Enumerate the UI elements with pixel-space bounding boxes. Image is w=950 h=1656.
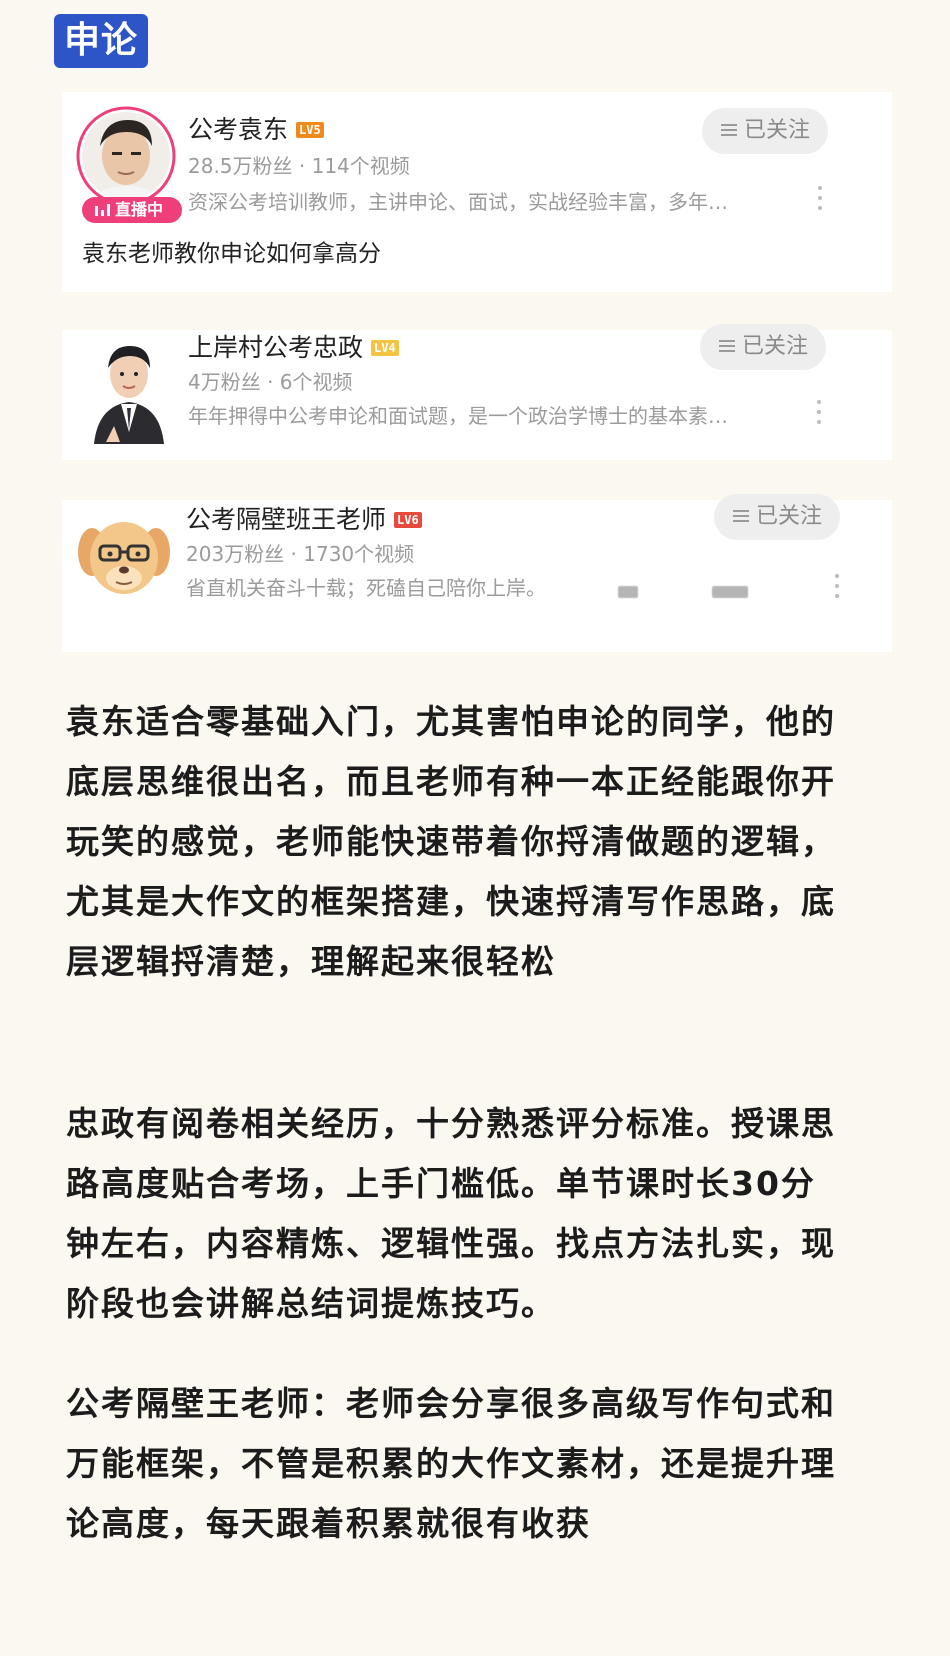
menu-lines-icon <box>718 340 735 352</box>
creator-description: 省直机关奋斗十载；死磕自己陪你上岸。 <box>186 576 546 600</box>
blurred-watermark-segment <box>712 586 748 598</box>
creator-description: 资深公考培训教师，主讲申论、面试，实战经验丰富，多年… <box>188 190 728 214</box>
creator-stats: 4万粉丝 · 6个视频 <box>188 370 353 394</box>
creator-name-text: 公考隔壁班王老师 <box>186 505 387 534</box>
followed-button[interactable]: 已关注 <box>702 108 828 154</box>
more-options-icon[interactable] <box>817 184 823 212</box>
menu-lines-icon <box>720 124 737 136</box>
page: 申论 直播中 公考袁东 LV5 28.5万粉丝 · 114个视频 资深公考培训教… <box>0 0 950 1656</box>
level-badge: LV4 <box>371 340 399 356</box>
avatar-image <box>94 346 164 444</box>
review-paragraph-yuandong: 袁东适合零基础入门，尤其害怕申论的同学，他的底层思维很出名，而且老师有种一本正经… <box>66 702 836 981</box>
follow-label: 已关注 <box>743 118 810 143</box>
avatar-live[interactable] <box>76 106 176 206</box>
avatar[interactable] <box>74 506 174 606</box>
creator-card-3[interactable]: 公考隔壁班王老师 LV6 203万粉丝 · 1730个视频 省直机关奋斗十载；死磕… <box>62 494 892 652</box>
creator-name-text: 公考袁东 <box>188 115 289 144</box>
blurred-watermark-segment <box>618 586 638 598</box>
live-badge: 直播中 <box>82 197 182 223</box>
review-paragraph-wang: 公考隔壁王老师：老师会分享很多高级写作句式和万能框架，不管是积累的大作文素材，还… <box>66 1384 836 1543</box>
creator-name-text: 上岸村公考忠政 <box>188 333 364 362</box>
avatar-image <box>78 522 170 594</box>
avatar-image <box>76 106 176 206</box>
follow-label: 已关注 <box>755 504 822 529</box>
level-badge: LV6 <box>394 512 422 528</box>
creator-stats: 203万粉丝 · 1730个视频 <box>186 542 415 566</box>
avatar[interactable] <box>84 334 174 444</box>
live-bars-icon <box>95 204 110 216</box>
creator-card-2[interactable]: 上岸村公考忠政 LV4 4万粉丝 · 6个视频 年年押得中公考申论和面试题，是一个… <box>62 324 892 460</box>
more-options-icon[interactable] <box>816 398 822 426</box>
creator-description: 年年押得中公考申论和面试题，是一个政治学博士的基本素… <box>188 404 728 428</box>
review-paragraph-zhongzheng: 忠政有阅卷相关经历，十分熟悉评分标准。授课思路高度贴合考场，上手门槛低。单节课时… <box>66 1104 836 1323</box>
creator-name[interactable]: 公考袁东 LV5 <box>188 110 324 146</box>
more-options-icon[interactable] <box>834 572 840 600</box>
followed-button[interactable]: 已关注 <box>700 324 826 370</box>
menu-lines-icon <box>732 510 749 522</box>
card-video-title[interactable]: 袁东老师教你申论如何拿高分 <box>82 234 381 268</box>
category-tag: 申论 <box>54 14 149 68</box>
creator-stats: 28.5万粉丝 · 114个视频 <box>188 154 410 178</box>
level-badge: LV5 <box>296 122 324 138</box>
creator-name[interactable]: 公考隔壁班王老师 LV6 <box>186 500 422 536</box>
creator-name[interactable]: 上岸村公考忠政 LV4 <box>188 328 399 364</box>
followed-button[interactable]: 已关注 <box>714 494 840 540</box>
live-label: 直播中 <box>115 200 164 219</box>
follow-label: 已关注 <box>741 334 808 359</box>
creator-card-1[interactable]: 直播中 公考袁东 LV5 28.5万粉丝 · 114个视频 资深公考培训教师，主讲… <box>62 92 892 292</box>
